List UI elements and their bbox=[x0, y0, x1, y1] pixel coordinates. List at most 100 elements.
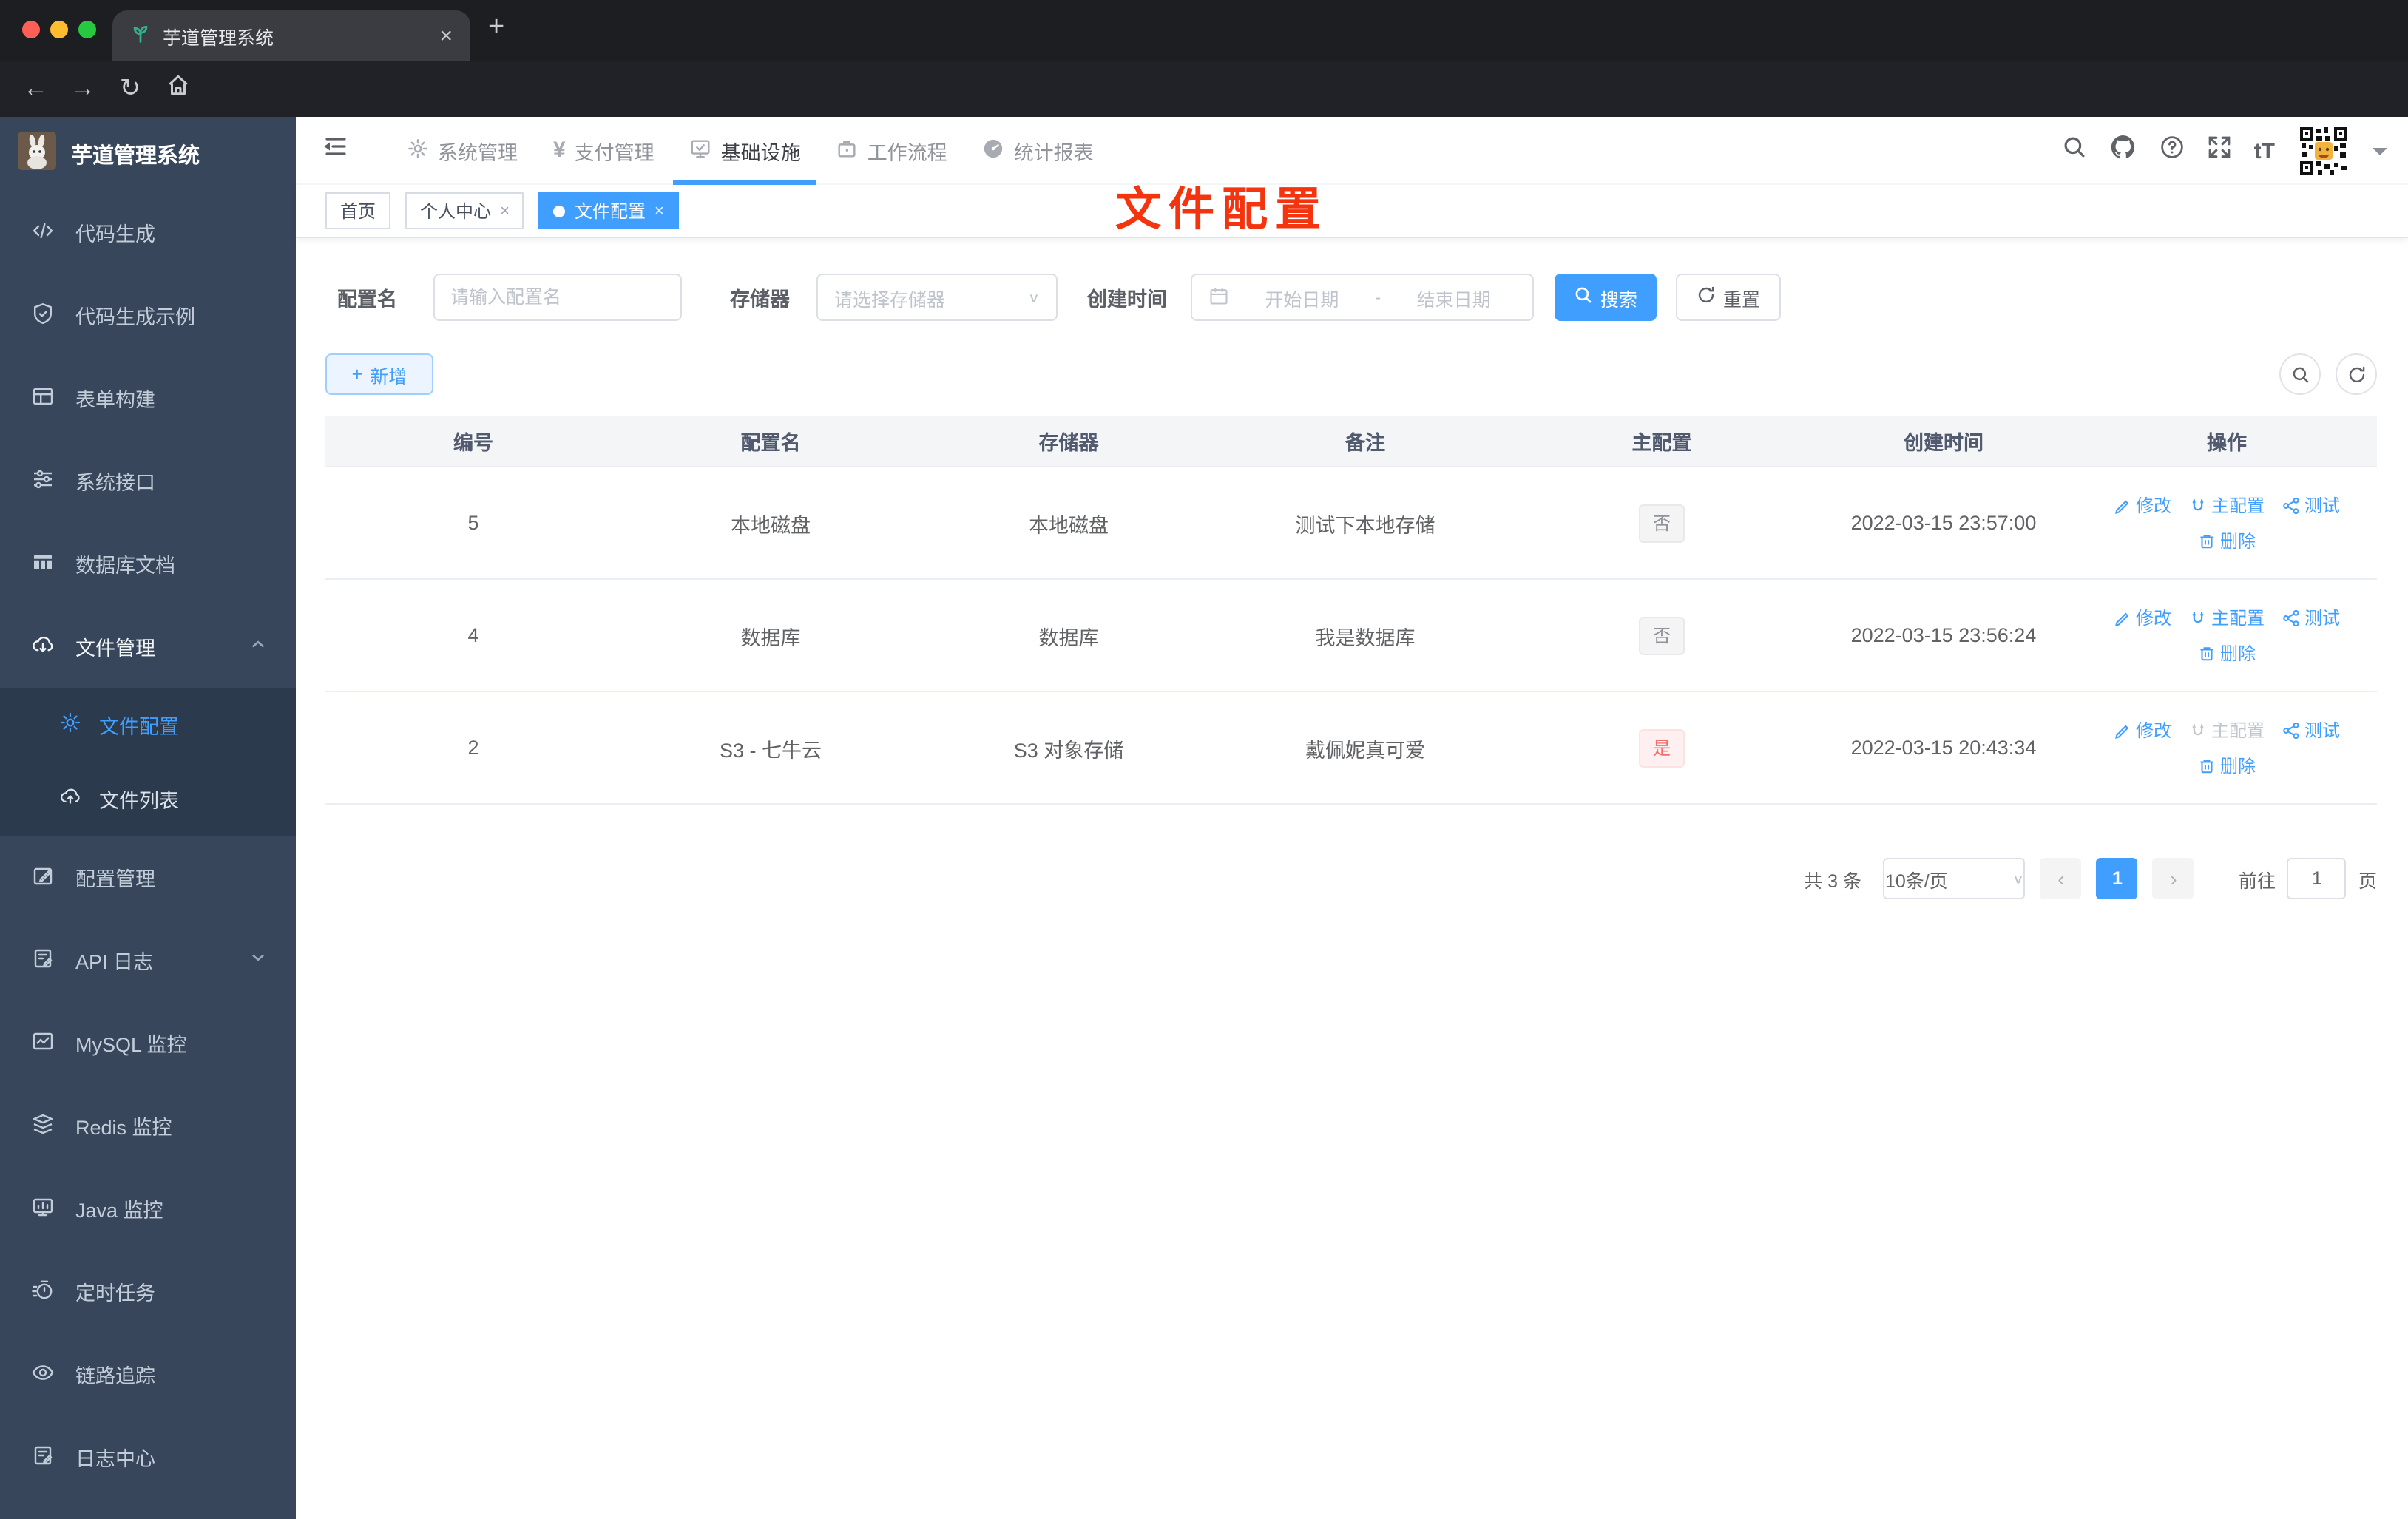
goto-page-input[interactable] bbox=[2287, 858, 2347, 899]
logo-rabbit-avatar bbox=[18, 132, 56, 176]
tag-home[interactable]: 首页 bbox=[325, 192, 391, 229]
font-size-icon[interactable]: tT bbox=[2254, 138, 2275, 163]
start-date-placeholder[interactable]: 开始日期 bbox=[1239, 283, 1364, 311]
table-header-row: 编号 配置名 存储器 备注 主配置 创建时间 操作 bbox=[325, 416, 2377, 467]
config-name-label: 配置名 bbox=[337, 288, 397, 311]
date-range-picker[interactable]: 开始日期 - 结束日期 bbox=[1191, 274, 1534, 321]
back-icon[interactable]: ← bbox=[21, 74, 50, 104]
table-search-toggle-icon[interactable] bbox=[2279, 353, 2321, 395]
browser-titlebar: 芋道管理系统 × + bbox=[0, 0, 2408, 61]
search-form: 配置名 存储器 请选择存储器 ∨ 创建时间 开始日期 - 结束日期 bbox=[337, 274, 2408, 321]
file-mgmt-submenu: 文件配置 文件列表 bbox=[0, 688, 296, 836]
delete-link[interactable]: 删除 bbox=[2198, 753, 2256, 778]
edit-link[interactable]: 修改 bbox=[2114, 605, 2171, 630]
menu-infrastructure[interactable]: 基础设施 bbox=[673, 116, 817, 184]
user-avatar-qr[interactable] bbox=[2297, 124, 2350, 177]
table-row: 5 本地磁盘 本地磁盘 测试下本地存储 否 2022-03-15 23:57:0… bbox=[325, 467, 2377, 580]
column-header: 操作 bbox=[2207, 432, 2247, 454]
search-icon[interactable] bbox=[2062, 135, 2087, 167]
menu-workflow[interactable]: 工作流程 bbox=[820, 116, 964, 184]
sidebar-item-config-mgmt[interactable]: 配置管理 bbox=[0, 836, 296, 918]
test-link[interactable]: 测试 bbox=[2282, 605, 2340, 630]
sidebar-item-code-gen[interactable]: 代码生成 bbox=[0, 191, 296, 274]
favicon-sprout-icon bbox=[130, 23, 151, 48]
edit-link[interactable]: 修改 bbox=[2114, 493, 2171, 518]
table-refresh-icon[interactable] bbox=[2336, 353, 2377, 395]
sidebar-item-cron-job[interactable]: 定时任务 bbox=[0, 1250, 296, 1333]
sidebar-item-system-api[interactable]: 系统接口 bbox=[0, 439, 296, 522]
monitor-icon bbox=[31, 1194, 55, 1222]
tag-file-config[interactable]: 文件配置 × bbox=[538, 192, 679, 229]
test-link[interactable]: 测试 bbox=[2282, 717, 2340, 742]
storage-label: 存储器 bbox=[730, 288, 790, 311]
home-icon[interactable] bbox=[163, 72, 192, 105]
select-caret-icon: ∨ bbox=[1027, 291, 1040, 305]
master-status-badge: 否 bbox=[1639, 504, 1684, 542]
navbar-right: tT bbox=[2062, 117, 2387, 185]
sidebar-item-java-monitor[interactable]: Java 监控 bbox=[0, 1167, 296, 1250]
active-tag-dot bbox=[553, 205, 566, 217]
storage-select[interactable]: 请选择存储器 ∨ bbox=[816, 274, 1058, 321]
delete-link[interactable]: 删除 bbox=[2198, 640, 2256, 666]
browser-toolbar: ← → ↻ 127.0.0.1:1024/infra/file/file-con… bbox=[0, 61, 2408, 173]
github-icon[interactable] bbox=[2109, 133, 2137, 169]
close-window-button[interactable] bbox=[22, 21, 40, 38]
collapse-sidebar-icon[interactable] bbox=[322, 133, 349, 167]
forward-icon[interactable]: → bbox=[68, 74, 98, 104]
column-header: 编号 bbox=[453, 432, 493, 454]
search-button[interactable]: 搜索 bbox=[1555, 274, 1657, 321]
sidebar-item-file-mgmt[interactable]: 文件管理 bbox=[0, 605, 296, 688]
avatar-dropdown-caret-icon[interactable] bbox=[2373, 147, 2387, 162]
config-name-input[interactable] bbox=[433, 274, 681, 321]
tag-close-icon[interactable]: × bbox=[500, 202, 510, 220]
menu-reports[interactable]: 统计报表 bbox=[967, 116, 1110, 184]
sidebar-item-tracing[interactable]: 链路追踪 bbox=[0, 1333, 296, 1415]
help-icon[interactable] bbox=[2160, 135, 2185, 167]
sidebar-item-form-builder[interactable]: 表单构建 bbox=[0, 356, 296, 439]
master-link[interactable]: 主配置 bbox=[2189, 605, 2265, 630]
database-table-icon bbox=[31, 549, 55, 578]
page-number-active[interactable]: 1 bbox=[2096, 858, 2138, 899]
refresh-icon bbox=[1697, 285, 1716, 309]
new-tab-button[interactable]: + bbox=[488, 12, 504, 44]
menu-payment-mgmt[interactable]: ¥ 支付管理 bbox=[537, 116, 671, 184]
master-link[interactable]: 主配置 bbox=[2189, 493, 2265, 518]
sidebar-item-redis-monitor[interactable]: Redis 监控 bbox=[0, 1084, 296, 1167]
fullscreen-icon[interactable] bbox=[2207, 135, 2232, 167]
test-link[interactable]: 测试 bbox=[2282, 493, 2340, 518]
eye-icon bbox=[31, 1360, 55, 1388]
edit-link[interactable]: 修改 bbox=[2114, 717, 2171, 742]
end-date-placeholder[interactable]: 结束日期 bbox=[1391, 283, 1516, 311]
page-size-select[interactable]: 10条/页 ∨ bbox=[1883, 858, 2026, 899]
tab-close-icon[interactable]: × bbox=[439, 23, 453, 48]
reload-icon[interactable]: ↻ bbox=[115, 74, 145, 104]
cloud-download-icon bbox=[31, 632, 55, 660]
date-separator: - bbox=[1374, 287, 1381, 308]
delete-link[interactable]: 删除 bbox=[2198, 528, 2256, 553]
sidebar-item-file-config[interactable]: 文件配置 bbox=[0, 688, 296, 762]
column-header: 主配置 bbox=[1631, 432, 1692, 454]
browser-tab[interactable]: 芋道管理系统 × bbox=[112, 10, 470, 61]
top-menu: 系统管理 ¥ 支付管理 基础设施 工作流程 统计报表 bbox=[390, 116, 1113, 184]
sidebar-item-log-center[interactable]: 日志中心 bbox=[0, 1415, 296, 1498]
tab-title: 芋道管理系统 bbox=[163, 27, 274, 48]
sidebar-item-api-log[interactable]: API 日志 bbox=[0, 918, 296, 1001]
minimize-window-button[interactable] bbox=[50, 21, 68, 38]
add-button[interactable]: + 新增 bbox=[325, 353, 433, 395]
next-page-button[interactable]: › bbox=[2152, 858, 2194, 899]
column-header: 存储器 bbox=[1038, 432, 1099, 454]
app-logo[interactable]: 芋道管理系统 bbox=[0, 117, 296, 191]
zoom-window-button[interactable] bbox=[78, 21, 96, 38]
sidebar-item-db-doc[interactable]: 数据库文档 bbox=[0, 522, 296, 605]
sidebar-item-code-gen-demo[interactable]: 代码生成示例 bbox=[0, 274, 296, 356]
sidebar-item-mysql-monitor[interactable]: MySQL 监控 bbox=[0, 1001, 296, 1084]
prev-page-button[interactable]: ‹ bbox=[2040, 858, 2082, 899]
sidebar-item-file-list[interactable]: 文件列表 bbox=[0, 762, 296, 836]
reset-button[interactable]: 重置 bbox=[1676, 274, 1781, 321]
tag-close-icon[interactable]: × bbox=[655, 202, 664, 220]
tag-profile[interactable]: 个人中心 × bbox=[405, 192, 524, 229]
gear-icon bbox=[59, 711, 81, 738]
menu-system-mgmt[interactable]: 系统管理 bbox=[390, 116, 534, 184]
timer-icon bbox=[31, 1277, 55, 1305]
logo-title: 芋道管理系统 bbox=[71, 144, 200, 168]
